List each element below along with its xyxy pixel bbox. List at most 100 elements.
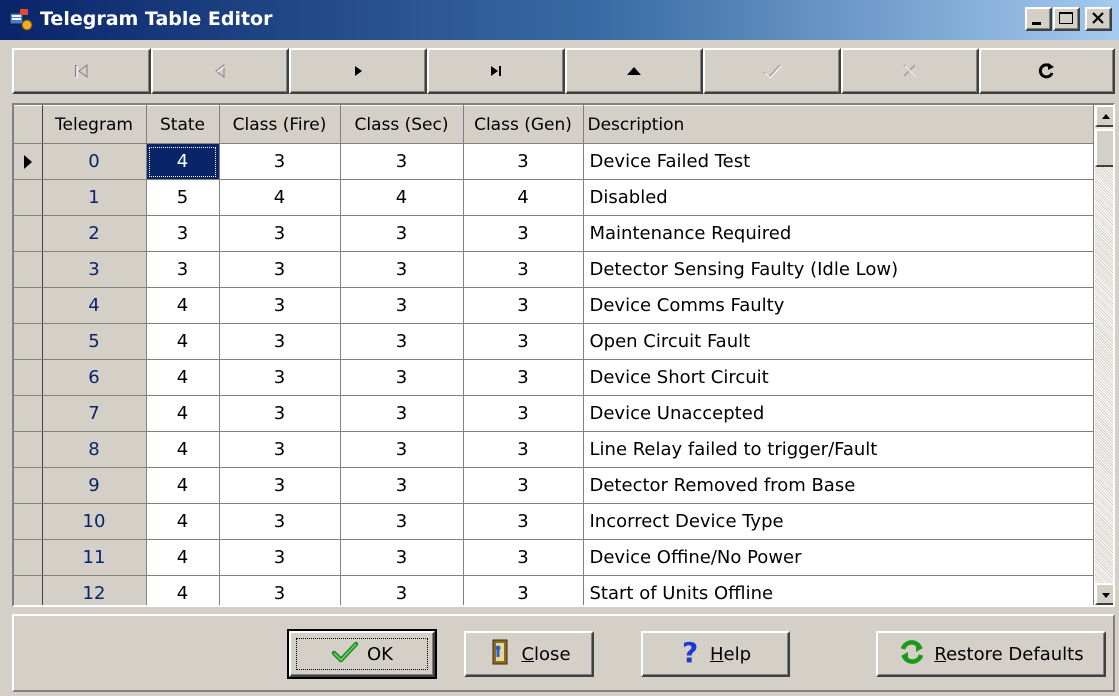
next-record-button[interactable] <box>289 48 427 94</box>
cell-telegram[interactable]: 11 <box>42 539 147 576</box>
cell-sec[interactable]: 3 <box>340 215 464 252</box>
cell-fire[interactable]: 3 <box>219 359 341 396</box>
cell-description[interactable]: Device Short Circuit <box>583 359 1094 396</box>
cell-fire[interactable]: 3 <box>219 215 341 252</box>
prior-record-button[interactable] <box>151 48 289 94</box>
column-header-class-sec[interactable]: Class (Sec) <box>340 105 464 144</box>
row-indicator[interactable] <box>14 503 43 540</box>
cell-sec[interactable]: 3 <box>340 323 464 360</box>
cell-gen[interactable]: 3 <box>463 539 584 576</box>
cell-description[interactable]: Maintenance Required <box>583 215 1094 252</box>
cell-gen[interactable]: 3 <box>463 467 584 504</box>
cell-sec[interactable]: 3 <box>340 467 464 504</box>
cell-telegram[interactable]: 7 <box>42 395 147 432</box>
table-row[interactable]: 6 4 3 3 3 Device Short Circuit <box>14 359 1094 396</box>
table-row[interactable]: 11 4 3 3 3 Device Offine/No Power <box>14 539 1094 576</box>
cell-state[interactable]: 4 <box>146 467 220 504</box>
row-indicator[interactable] <box>14 431 43 468</box>
cell-gen[interactable]: 3 <box>463 215 584 252</box>
cell-sec[interactable]: 3 <box>340 359 464 396</box>
column-header-class-gen[interactable]: Class (Gen) <box>463 105 584 144</box>
last-record-button[interactable] <box>427 48 565 94</box>
cell-fire[interactable]: 3 <box>219 395 341 432</box>
cell-description[interactable]: Device Unaccepted <box>583 395 1094 432</box>
cell-gen[interactable]: 3 <box>463 251 584 288</box>
cell-gen[interactable]: 4 <box>463 179 584 216</box>
table-row[interactable]: 5 4 3 3 3 Open Circuit Fault <box>14 323 1094 360</box>
column-header-telegram[interactable]: Telegram <box>42 105 147 144</box>
row-indicator[interactable] <box>14 359 43 396</box>
scroll-down-button[interactable] <box>1095 583 1113 605</box>
cell-state[interactable]: 4 <box>146 143 220 180</box>
column-header-class-fire[interactable]: Class (Fire) <box>219 105 341 144</box>
cell-sec[interactable]: 3 <box>340 287 464 324</box>
cell-fire[interactable]: 3 <box>219 323 341 360</box>
cell-fire[interactable]: 3 <box>219 287 341 324</box>
table-row[interactable]: 12 4 3 3 3 Start of Units Offline <box>14 575 1094 605</box>
cell-description[interactable]: Start of Units Offline <box>583 575 1094 605</box>
scrollbar-track[interactable] <box>1095 105 1113 605</box>
cell-telegram[interactable]: 5 <box>42 323 147 360</box>
row-indicator[interactable] <box>14 575 43 605</box>
row-indicator[interactable] <box>14 287 43 324</box>
cell-fire[interactable]: 3 <box>219 251 341 288</box>
cell-description[interactable]: Detector Sensing Faulty (Idle Low) <box>583 251 1094 288</box>
row-indicator[interactable] <box>14 179 43 216</box>
cell-state[interactable]: 4 <box>146 359 220 396</box>
cell-sec[interactable]: 3 <box>340 395 464 432</box>
table-row[interactable]: 7 4 3 3 3 Device Unaccepted <box>14 395 1094 432</box>
table-row[interactable]: 1 5 4 4 4 Disabled <box>14 179 1094 216</box>
cell-gen[interactable]: 3 <box>463 395 584 432</box>
row-indicator[interactable] <box>14 323 43 360</box>
restore-defaults-button[interactable]: Restore Defaults <box>876 631 1106 677</box>
help-button[interactable]: ? Help <box>641 631 790 677</box>
cell-telegram[interactable]: 9 <box>42 467 147 504</box>
cell-gen[interactable]: 3 <box>463 359 584 396</box>
refresh-data-button[interactable] <box>979 48 1115 94</box>
scrollbar-thumb[interactable] <box>1095 129 1113 167</box>
row-indicator[interactable] <box>14 539 43 576</box>
cell-state[interactable]: 4 <box>146 395 220 432</box>
cell-gen[interactable]: 3 <box>463 503 584 540</box>
cell-telegram[interactable]: 4 <box>42 287 147 324</box>
cell-gen[interactable]: 3 <box>463 431 584 468</box>
cell-state[interactable]: 4 <box>146 287 220 324</box>
table-row[interactable]: 2 3 3 3 3 Maintenance Required <box>14 215 1094 252</box>
cell-description[interactable]: Device Failed Test <box>583 143 1094 180</box>
cell-state[interactable]: 5 <box>146 179 220 216</box>
maximize-button[interactable] <box>1053 7 1080 31</box>
cell-fire[interactable]: 3 <box>219 539 341 576</box>
cell-state[interactable]: 4 <box>146 323 220 360</box>
cell-gen[interactable]: 3 <box>463 575 584 605</box>
cell-gen[interactable]: 3 <box>463 323 584 360</box>
cell-telegram[interactable]: 0 <box>42 143 147 180</box>
cell-state[interactable]: 4 <box>146 503 220 540</box>
cell-state[interactable]: 4 <box>146 575 220 605</box>
insert-record-button[interactable] <box>565 48 703 94</box>
vertical-scrollbar[interactable] <box>1095 105 1113 605</box>
row-indicator[interactable] <box>14 395 43 432</box>
cell-state[interactable]: 3 <box>146 215 220 252</box>
cell-sec[interactable]: 3 <box>340 575 464 605</box>
row-indicator[interactable] <box>14 215 43 252</box>
cell-description[interactable]: Device Offine/No Power <box>583 539 1094 576</box>
table-row[interactable]: 4 4 3 3 3 Device Comms Faulty <box>14 287 1094 324</box>
cell-fire[interactable]: 3 <box>219 503 341 540</box>
first-record-button[interactable] <box>12 48 151 94</box>
cell-fire[interactable]: 3 <box>219 431 341 468</box>
cell-description[interactable]: Device Comms Faulty <box>583 287 1094 324</box>
row-indicator[interactable] <box>14 251 43 288</box>
cell-fire[interactable]: 4 <box>219 179 341 216</box>
cell-telegram[interactable]: 6 <box>42 359 147 396</box>
cell-telegram[interactable]: 10 <box>42 503 147 540</box>
cell-telegram[interactable]: 8 <box>42 431 147 468</box>
cell-sec[interactable]: 3 <box>340 143 464 180</box>
column-header-description[interactable]: Description <box>583 105 1094 144</box>
table-row[interactable]: 3 3 3 3 3 Detector Sensing Faulty (Idle Low) <box>14 251 1094 288</box>
post-edit-button[interactable] <box>703 48 841 94</box>
cell-state[interactable]: 4 <box>146 431 220 468</box>
column-header-state[interactable]: State <box>146 105 220 144</box>
cell-fire[interactable]: 3 <box>219 143 341 180</box>
cell-fire[interactable]: 3 <box>219 467 341 504</box>
cell-state[interactable]: 4 <box>146 539 220 576</box>
